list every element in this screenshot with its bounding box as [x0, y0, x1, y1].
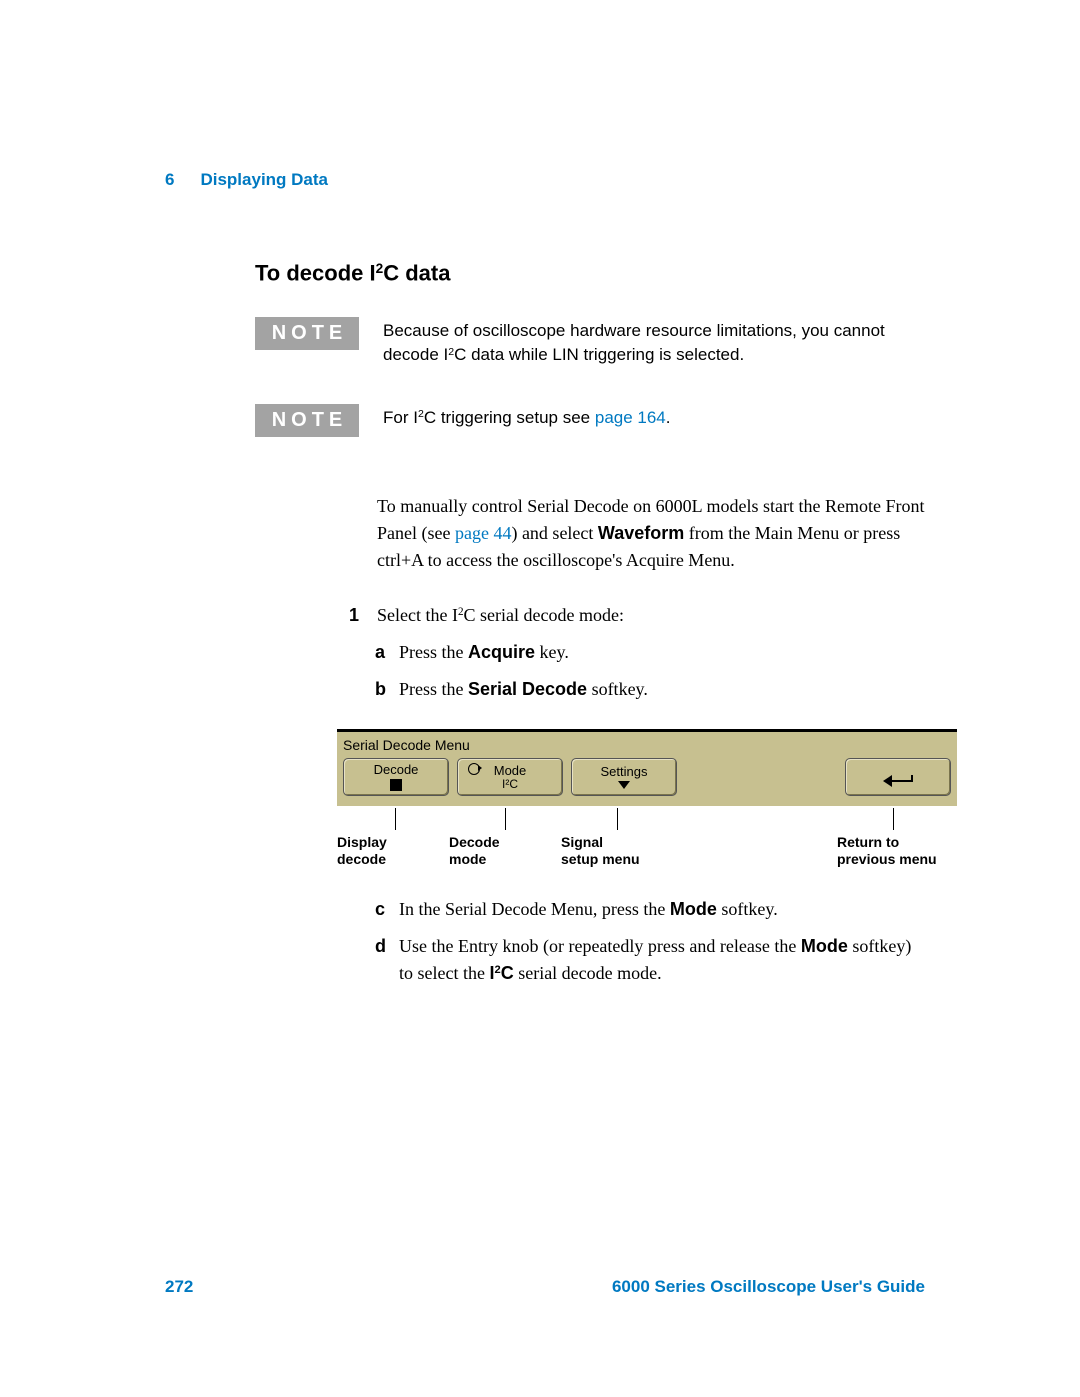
substep-item: d Use the Entry knob (or repeatedly pres…: [399, 933, 925, 987]
substep-letter: d: [375, 933, 386, 960]
softkey-return[interactable]: [845, 758, 951, 796]
note-callout: NOTE Because of oscilloscope hardware re…: [255, 317, 925, 368]
i2c-bold: I2C: [489, 963, 513, 983]
menu-title: Serial Decode Menu: [343, 735, 951, 756]
substep-item: c In the Serial Decode Menu, press the M…: [399, 896, 925, 923]
body-text: To manually control Serial Decode on 600…: [377, 493, 925, 987]
running-header: 6 Displaying Data: [165, 170, 925, 190]
page: 6 Displaying Data To decode I2C data NOT…: [0, 0, 1080, 1397]
callout-return: Return to previous menu: [837, 808, 957, 868]
step-number: 1: [349, 602, 359, 629]
callout-leader-line: [893, 808, 894, 830]
softkey-label: Settings: [601, 765, 648, 779]
return-arrow-icon: [883, 771, 913, 783]
substep-letter: b: [375, 676, 386, 703]
note-badge: NOTE: [255, 404, 359, 437]
callout-leader-line: [395, 808, 396, 830]
substep-list: c In the Serial Decode Menu, press the M…: [399, 896, 925, 987]
page-number: 272: [165, 1277, 193, 1297]
substep-letter: a: [375, 639, 385, 666]
heading-sup: 2: [376, 261, 384, 276]
softkey-mode[interactable]: Mode I²C: [457, 758, 563, 796]
page-link[interactable]: page 44: [455, 523, 511, 543]
callout-leader-line: [617, 808, 618, 830]
serial-decode-menu-figure: Serial Decode Menu Decode Mode I²C: [337, 729, 957, 868]
softkey-settings[interactable]: Settings: [571, 758, 677, 796]
softkey-value: I²C: [502, 778, 518, 791]
note-callout: NOTE For I2C triggering setup see page 1…: [255, 404, 925, 437]
softkey-label: Mode: [494, 764, 527, 778]
substep-letter: c: [375, 896, 385, 923]
softkey-label: Decode: [374, 763, 419, 777]
chapter-number: 6: [165, 170, 174, 190]
section-heading: To decode I2C data: [255, 260, 925, 287]
page-footer: 272 6000 Series Oscilloscope User's Guid…: [165, 1277, 925, 1297]
note-text: Because of oscilloscope hardware resourc…: [383, 317, 925, 368]
softkey-decode[interactable]: Decode: [343, 758, 449, 796]
page-link[interactable]: page 164: [595, 408, 666, 427]
chapter-title: Displaying Data: [200, 170, 328, 190]
menu-bar: Serial Decode Menu Decode Mode I²C: [337, 729, 957, 806]
softkey-row: Decode Mode I²C Settings: [343, 758, 951, 796]
note-text: For I2C triggering setup see page 164.: [383, 404, 925, 431]
heading-post: C data: [383, 260, 450, 285]
knob-icon: [468, 763, 480, 775]
callout-leader-line: [505, 808, 506, 830]
callout-decode-mode: Decode mode: [449, 808, 561, 868]
note-badge: NOTE: [255, 317, 359, 350]
callout-signal-setup: Signal setup menu: [561, 808, 721, 868]
intro-paragraph: To manually control Serial Decode on 600…: [377, 493, 925, 574]
substep-list: a Press the Acquire key. b Press the Ser…: [399, 639, 925, 703]
doc-title: 6000 Series Oscilloscope User's Guide: [612, 1277, 925, 1297]
heading-pre: To decode I: [255, 260, 376, 285]
chevron-down-icon: [618, 781, 630, 789]
substep-item: b Press the Serial Decode softkey.: [399, 676, 925, 703]
step-item: 1 Select the I2C serial decode mode: a P…: [377, 602, 925, 987]
substep-item: a Press the Acquire key.: [399, 639, 925, 666]
callout-display-decode: Display decode: [337, 808, 449, 868]
checkbox-icon: [390, 779, 402, 791]
step-list: 1 Select the I2C serial decode mode: a P…: [377, 602, 925, 987]
callout-row: Display decode Decode mode Signal setup …: [337, 808, 957, 868]
